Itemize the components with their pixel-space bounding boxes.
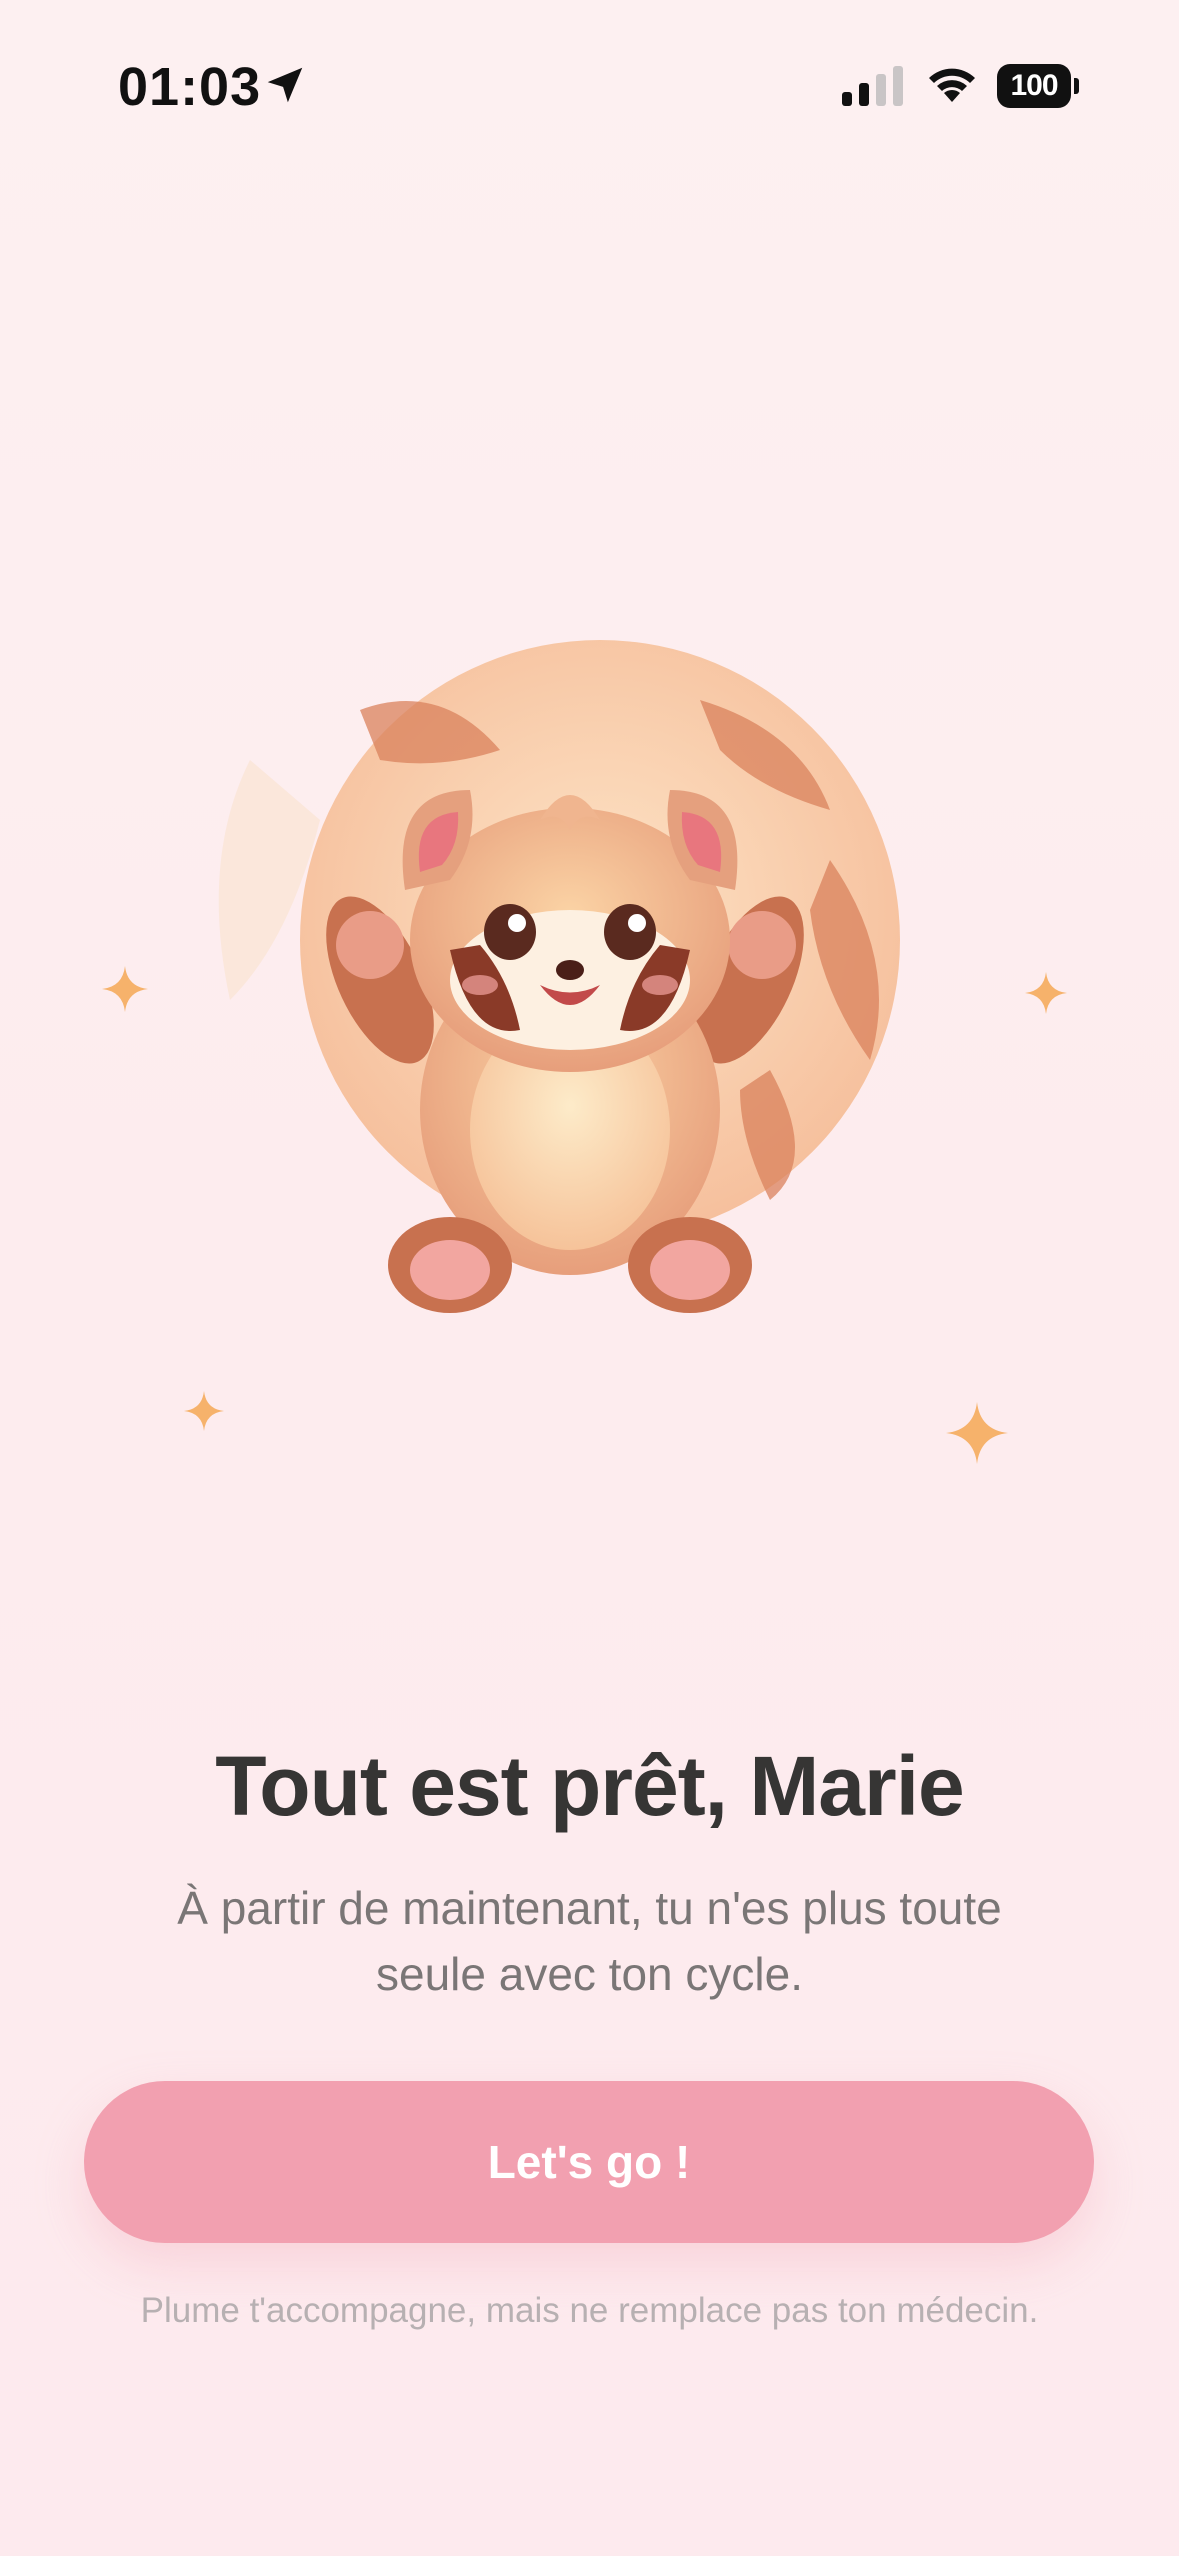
sparkle-icon bbox=[946, 1402, 1008, 1464]
wifi-icon bbox=[929, 68, 975, 102]
battery-icon: 100 bbox=[997, 64, 1079, 108]
sparkle-icon bbox=[102, 966, 148, 1012]
sparkle-icon bbox=[184, 1391, 224, 1431]
location-arrow-icon bbox=[267, 67, 303, 103]
sparkle-icon bbox=[1025, 972, 1067, 1014]
page-title: Tout est prêt, Marie bbox=[215, 1739, 965, 1833]
cellular-signal-icon bbox=[842, 66, 903, 106]
battery-level: 100 bbox=[997, 64, 1071, 108]
lets-go-button[interactable]: Let's go ! bbox=[84, 2081, 1094, 2243]
subtitle-text: À partir de maintenant, tu n'es plus tou… bbox=[177, 1882, 1002, 2000]
disclaimer-text: Plume t'accompagne, mais ne remplace pas… bbox=[140, 2291, 1039, 2330]
status-bar: 01:03 100 bbox=[0, 0, 1179, 170]
red-panda-mascot-illustration bbox=[218, 640, 900, 1313]
status-time: 01:03 bbox=[118, 57, 262, 117]
